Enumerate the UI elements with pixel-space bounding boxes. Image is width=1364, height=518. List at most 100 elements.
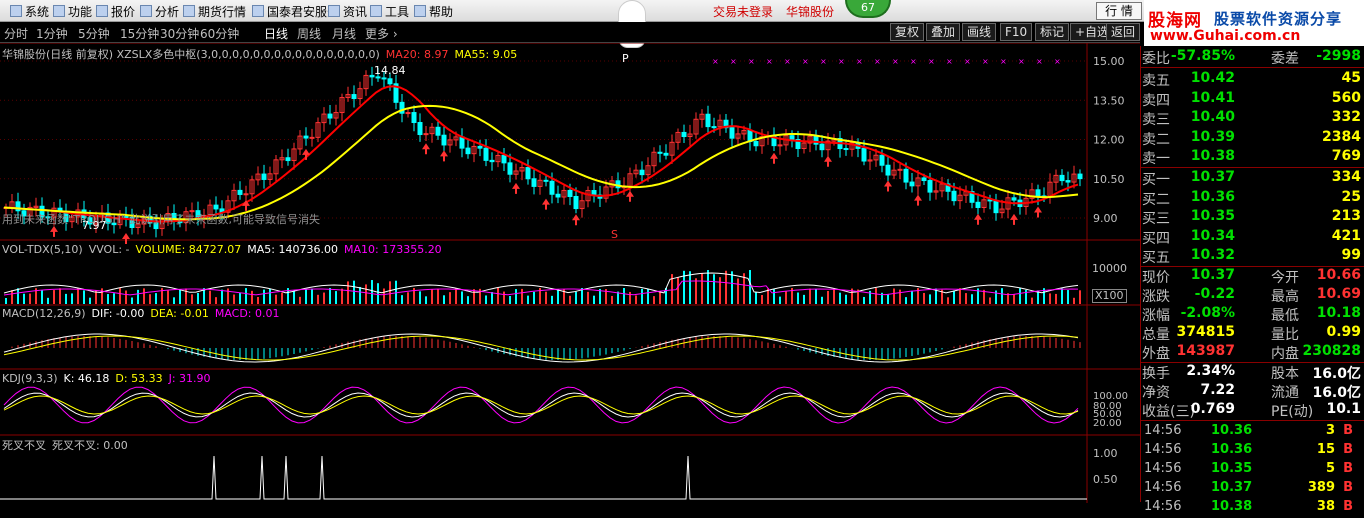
candle-body	[501, 154, 507, 164]
stat-row: 涨幅 -2.08% 最低 10.18	[1141, 305, 1364, 324]
price-axis-label: 13.50	[1093, 94, 1125, 107]
tick-price: 10.36	[1211, 423, 1253, 438]
candle-body	[351, 94, 357, 100]
tick-flag: B	[1343, 442, 1353, 457]
tool-button-4[interactable]: 标记	[1035, 23, 1070, 41]
bid-label: 买四	[1142, 230, 1170, 247]
tool-button-1[interactable]: 叠加	[926, 23, 961, 41]
vol-panel-title: VOL-TDX(5,10) VVOL: - VOLUME: 84727.07 MA5:…	[2, 243, 448, 256]
kdj-panel-title: KDJ(9,3,3) K: 46.18 D: 53.33 J: 31.90	[2, 372, 217, 385]
signal-x-mark: ×	[946, 57, 953, 66]
stat-label: 现价	[1142, 270, 1170, 286]
menu-item-0[interactable]: 系统	[25, 3, 49, 20]
tick-price: 10.35	[1211, 461, 1253, 476]
current-stock-name: 华锦股份	[786, 5, 835, 19]
tick-volume: 389	[1307, 480, 1335, 495]
menu-item-4[interactable]: 期货行情	[198, 3, 246, 20]
ask-label: 卖三	[1142, 112, 1170, 128]
bid-row: 买一 10.37 334	[1141, 169, 1364, 188]
signal-x-mark: ×	[892, 57, 899, 66]
stat-label-2: 最低	[1271, 308, 1299, 324]
cross-axis-label: 1.00	[1093, 447, 1118, 460]
buy-arrow-icon	[974, 213, 982, 225]
menu-item-1[interactable]: 功能	[68, 3, 92, 20]
stat2-label-2: 股本	[1271, 366, 1299, 382]
tick-time: 14:56	[1144, 499, 1182, 514]
bid-volume: 99	[1341, 247, 1361, 263]
signal-x-mark: ×	[766, 57, 773, 66]
bid-row: 买五 10.32 99	[1141, 247, 1364, 266]
signal-x-mark: ×	[748, 57, 755, 66]
committee-label: 委比	[1142, 51, 1170, 67]
stat2-value: 7.22	[1200, 382, 1235, 398]
candle-body	[639, 169, 645, 176]
menu-item-6[interactable]: 资讯	[343, 3, 367, 20]
tool-button-6[interactable]: 返回	[1106, 23, 1140, 41]
buy-arrow-icon	[884, 180, 892, 192]
period-tab-9[interactable]: 更多 ›	[365, 25, 398, 42]
tool-button-3[interactable]: F10	[1000, 23, 1033, 41]
tool-button-0[interactable]: 复权	[890, 23, 925, 41]
bid-label: 买一	[1142, 172, 1170, 188]
buy-arrow-icon	[572, 214, 580, 226]
quote-divider	[1141, 420, 1364, 421]
bid-price: 10.37	[1190, 169, 1235, 185]
menu-item-7[interactable]: 工具	[385, 3, 409, 20]
period-tab-7[interactable]: 周线	[297, 25, 321, 42]
stat2-row: 净资 7.22 流通 16.0亿	[1141, 382, 1364, 401]
macd-panel-title: MACD(12,26,9) DIF: -0.00 DEA: -0.01 MACD: 0…	[2, 307, 286, 320]
trade-login-status[interactable]: 交易未登录	[713, 3, 773, 20]
candle-body	[663, 152, 669, 156]
menu-item-3[interactable]: 分析	[155, 3, 179, 20]
tick-price: 10.36	[1211, 442, 1253, 457]
quote-button[interactable]: 行 情	[1096, 2, 1142, 20]
ma55-value: MA55: 9.05	[454, 48, 518, 61]
signal-x-mark: ×	[874, 57, 881, 66]
menu-icon-2	[96, 5, 108, 17]
stat2-label: 净资	[1142, 385, 1170, 401]
signal-x-mark: ×	[1000, 57, 1007, 66]
stat-value-2: 0.99	[1326, 324, 1361, 340]
buy-arrow-icon	[770, 152, 778, 164]
stat-value: -0.22	[1194, 286, 1235, 302]
signal-x-mark: ×	[820, 57, 827, 66]
price-axis-label: 9.00	[1093, 212, 1118, 225]
vol-ma10-value: MA10: 173355.20	[343, 243, 442, 256]
ask-row: 卖五 10.42 45	[1141, 70, 1364, 89]
buy-arrow-icon	[50, 225, 58, 237]
ask-volume: 332	[1331, 109, 1361, 125]
candle-body	[327, 113, 333, 119]
tool-button-2[interactable]: 画线	[962, 23, 997, 41]
period-tab-6[interactable]: 日线	[264, 25, 288, 42]
candle-body	[423, 133, 429, 136]
tick-price: 10.37	[1211, 480, 1253, 495]
buy-arrow-icon	[626, 190, 634, 202]
period-tab-1[interactable]: 1分钟	[36, 25, 68, 42]
candle-body	[531, 178, 537, 187]
period-tab-5[interactable]: 60分钟	[200, 25, 239, 42]
main-panel-title: 华锦股份(日线 前复权) XZSLX多色中枢(3,0,0,0,0,0,0,0,0…	[2, 46, 523, 62]
dea-value: DEA: -0.01	[150, 307, 209, 320]
menu-item-2[interactable]: 报价	[111, 3, 135, 20]
signal-x-mark: ×	[712, 57, 719, 66]
menu-item-8[interactable]: 帮助	[429, 3, 453, 20]
signal-x-mark: ×	[1018, 57, 1025, 66]
candle-body	[1065, 180, 1071, 183]
stock-chart[interactable]: 15.0013.5012.0010.509.00100.0080.0050.00…	[0, 43, 1140, 503]
candle-body	[753, 141, 759, 147]
signal-x-mark: ×	[802, 57, 809, 66]
quote-divider	[1141, 67, 1364, 68]
bid-volume: 213	[1331, 208, 1361, 224]
buy-arrow-icon	[512, 182, 520, 194]
tick-volume: 3	[1325, 423, 1335, 438]
period-tab-2[interactable]: 5分钟	[78, 25, 110, 42]
candle-body	[903, 168, 909, 183]
period-tab-3[interactable]: 15分钟	[120, 25, 159, 42]
bid-row: 买三 10.35 213	[1141, 208, 1364, 227]
tick-row: 14:56 10.35 5 B	[1141, 461, 1364, 480]
period-tab-0[interactable]: 分时	[4, 25, 28, 42]
period-tab-4[interactable]: 30分钟	[160, 25, 199, 42]
signal-x-mark: ×	[982, 57, 989, 66]
vol-indicator-label: VOL-TDX(5,10)	[2, 243, 83, 256]
period-tab-8[interactable]: 月线	[332, 25, 356, 42]
